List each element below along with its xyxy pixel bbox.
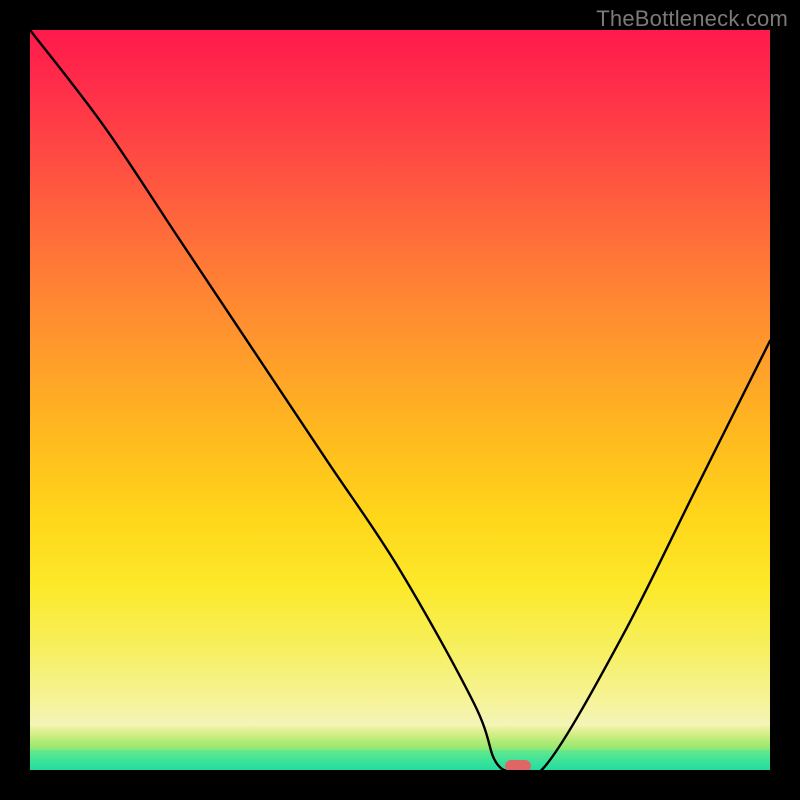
watermark-text: TheBottleneck.com bbox=[596, 6, 788, 32]
curve-path bbox=[30, 30, 770, 770]
optimum-marker-icon bbox=[505, 760, 531, 770]
plot-area bbox=[30, 30, 770, 770]
chart-frame: TheBottleneck.com bbox=[0, 0, 800, 800]
bottleneck-curve bbox=[30, 30, 770, 770]
